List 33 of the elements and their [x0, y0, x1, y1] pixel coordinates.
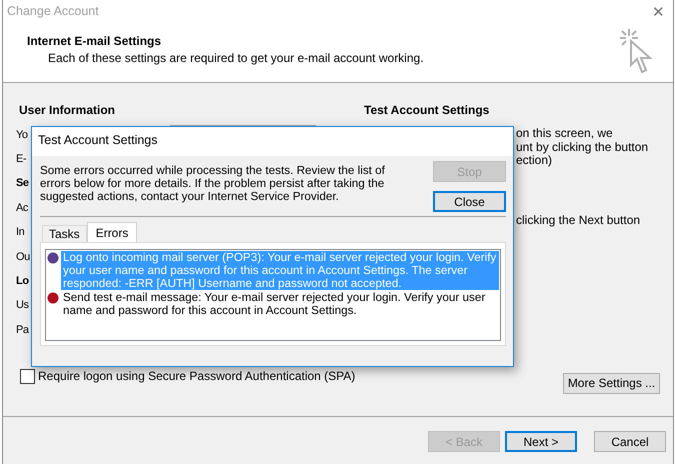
header-title: Internet E-mail Settings [27, 34, 162, 48]
field-label: Yo [16, 128, 28, 141]
window-title: Change Account [7, 4, 99, 18]
section-heading: Test Account Settings [363, 103, 490, 117]
field-label: Ou [16, 250, 30, 263]
error-icon [47, 252, 59, 264]
dialog-button[interactable]: Cancel [594, 431, 666, 452]
dialog-button[interactable]: Next > [505, 431, 577, 452]
section-heading: User Information [18, 103, 116, 118]
description-text: ection) [516, 154, 552, 168]
tab[interactable]: Errors [86, 222, 138, 242]
section-heading: Se [16, 177, 29, 190]
field-label: Pa [16, 324, 29, 336]
dialog-button[interactable]: Close [433, 191, 506, 212]
checkbox[interactable] [20, 368, 35, 384]
description-text: on this screen, we [516, 127, 614, 140]
field-label: Ac [16, 202, 28, 214]
error-message: Some errors occurred while processing the tests. Review the list of errors below for more details. If the problem persist after taking the suggested actions, contact your Internet Service Provider. [40, 163, 386, 205]
field-label: Us [16, 299, 29, 312]
close-button[interactable]: ✕ [644, 3, 673, 21]
field-label: E- [16, 152, 26, 165]
tab[interactable]: Tasks [42, 225, 87, 242]
description-text: unt by clicking the button [516, 140, 648, 154]
more-settings-button[interactable]: More Settings ... [563, 372, 660, 394]
checkbox-label: Require logon using Secure Password Authentication (SPA) [38, 369, 356, 384]
field-label: In [16, 226, 24, 238]
description-text: clicking the Next button [515, 212, 642, 226]
error-item[interactable]: Send test e-mail message: Your e-mail server rejected your login. Verify your user name and password for this account in Account Settings. [61, 291, 499, 317]
section-heading: Lo [16, 274, 29, 287]
error-icon [47, 292, 59, 304]
header-subtitle: Each of these settings are required to get your e-mail account working. [47, 51, 424, 65]
dialog-title: Test Account Settings [32, 127, 513, 156]
cursor-sparkle-icon [619, 27, 655, 75]
